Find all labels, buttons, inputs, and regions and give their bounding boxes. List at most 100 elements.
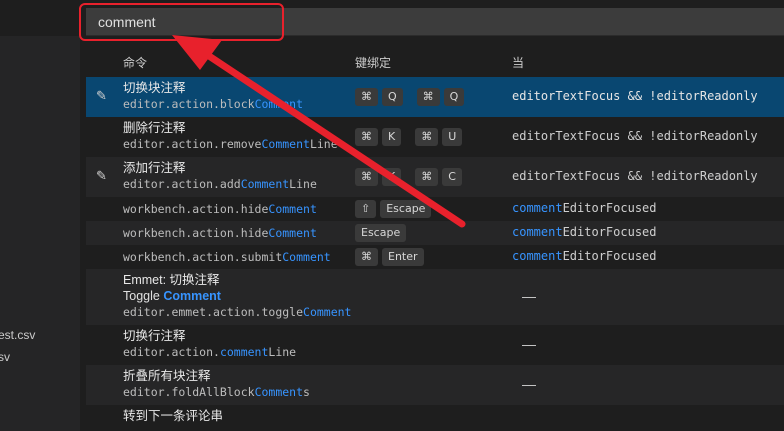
command-id-text: workbench.action.submit — [123, 250, 283, 264]
command-id: editor.emmet.action.toggleComment — [123, 304, 351, 320]
explorer-file-item[interactable]: est.csv — [0, 328, 35, 342]
command-id-text: Line — [289, 177, 317, 191]
command-id-text: Line — [309, 137, 338, 151]
when-cell: commentEditorFocused — [512, 201, 657, 215]
explorer-panel: est.csv sv — [0, 0, 80, 431]
keybinding-cell: ⇧ Escape — [355, 200, 432, 218]
when-match: comment — [512, 225, 563, 239]
key-cmd: ⌘ — [355, 128, 378, 146]
keybinding-cell: Escape — [355, 224, 407, 242]
command-id-match: Comment — [254, 97, 304, 111]
table-row[interactable]: workbench.action.hideComment ⇧ Escape co… — [86, 197, 784, 221]
column-header-command[interactable]: 命令 — [123, 54, 147, 71]
table-row[interactable]: 切换行注释 editor.action.commentLine — — [86, 325, 784, 365]
when-text: EditorFocused — [562, 249, 657, 263]
when-text: EditorFocused — [562, 201, 657, 215]
command-id-match: Comment — [268, 202, 317, 216]
command-title: 添加行注释 — [123, 161, 186, 175]
when-match: comment — [512, 201, 563, 215]
command-cell: 添加行注释 editor.action.addCommentLine — [123, 160, 317, 192]
explorer-top-strip — [0, 0, 80, 36]
column-header-when[interactable]: 当 — [512, 54, 524, 71]
command-id-match: Comment — [303, 305, 352, 319]
table-row[interactable]: workbench.action.submitComment ⌘ Enter c… — [86, 245, 784, 269]
command-cell: 切换行注释 editor.action.commentLine — [123, 328, 296, 360]
pencil-icon[interactable]: ✎ — [96, 168, 107, 184]
command-title: Emmet: 切换注释 — [123, 273, 220, 287]
table-row[interactable]: Emmet: 切换注释 Toggle Comment editor.emmet.… — [86, 269, 784, 325]
key-escape: Escape — [380, 200, 432, 218]
command-cell: Emmet: 切换注释 Toggle Comment editor.emmet.… — [123, 272, 351, 320]
key-cmd: ⌘ — [355, 168, 378, 186]
explorer-file-item[interactable]: sv — [0, 350, 10, 364]
key-shift: ⇧ — [355, 200, 377, 218]
key-cmd: ⌘ — [355, 88, 378, 106]
key-k: K — [382, 168, 402, 186]
command-id-text: Line — [268, 345, 297, 359]
pencil-icon[interactable]: ✎ — [96, 88, 107, 104]
keybinding-cell: ⌘ Enter — [355, 248, 424, 266]
command-id: editor.action.commentLine — [123, 344, 296, 360]
table-row[interactable]: 折叠所有块注释 editor.foldAllBlockComments — — [86, 365, 784, 405]
command-id: editor.foldAllBlockComments — [123, 384, 310, 400]
command-id-text: editor.foldAllBlock — [123, 385, 255, 399]
table-row[interactable]: workbench.action.hideComment Escape comm… — [86, 221, 784, 245]
command-id-match: Comment — [240, 177, 290, 191]
command-id-text: editor.action.add — [123, 177, 241, 191]
key-q: Q — [443, 88, 465, 106]
when-cell: commentEditorFocused — [512, 225, 657, 239]
command-cell: 删除行注释 editor.action.removeCommentLine — [123, 120, 338, 152]
command-id-match: Comment — [282, 250, 331, 264]
when-cell: editorTextFocus && !editorReadonly — [512, 89, 758, 103]
when-cell: — — [522, 376, 536, 392]
command-title: 折叠所有块注释 — [123, 369, 211, 383]
when-match: comment — [512, 249, 563, 263]
table-row[interactable]: 转到下一条评论串 — [86, 405, 784, 431]
command-cell: workbench.action.hideComment — [123, 201, 317, 217]
table-row[interactable]: ✎ 添加行注释 editor.action.addCommentLine ⌘ K… — [86, 157, 784, 197]
command-title: 切换块注释 — [123, 81, 186, 95]
key-k: K — [382, 128, 402, 146]
command-id: editor.action.blockComment — [123, 96, 303, 112]
command-id-text: editor.emmet.action.toggle — [123, 305, 304, 319]
command-subtitle-text: Toggle — [123, 289, 164, 303]
key-q: Q — [382, 88, 403, 106]
command-id-match: Comment — [268, 226, 317, 240]
command-id-text: editor.action.remove — [123, 137, 262, 151]
keybinding-cell: ⌘ K ⌘ U — [355, 128, 463, 146]
when-cell: editorTextFocus && !editorReadonly — [512, 129, 758, 143]
annotation-highlight-box — [79, 3, 284, 41]
command-id-text: workbench.action.hide — [123, 202, 269, 216]
key-u: U — [442, 128, 463, 146]
when-cell: — — [522, 288, 536, 304]
keybinding-cell: ⌘ Q ⌘ Q — [355, 88, 465, 106]
command-title: 转到下一条评论串 — [123, 409, 224, 423]
key-escape: Escape — [355, 224, 407, 242]
column-header-keybinding[interactable]: 键绑定 — [355, 54, 391, 71]
key-cmd: ⌘ — [416, 88, 440, 106]
when-cell: commentEditorFocused — [512, 249, 657, 263]
command-cell: workbench.action.hideComment — [123, 225, 317, 241]
key-cmd: ⌘ — [415, 128, 439, 146]
key-cmd: ⌘ — [355, 248, 378, 266]
command-cell: 切换块注释 editor.action.blockComment — [123, 80, 303, 112]
command-id: workbench.action.hideComment — [123, 225, 317, 241]
table-row[interactable]: 删除行注释 editor.action.removeCommentLine ⌘ … — [86, 117, 784, 157]
command-id-match: comment — [219, 345, 269, 359]
key-cmd: ⌘ — [415, 168, 439, 186]
when-cell: — — [522, 336, 536, 352]
table-row[interactable]: ✎ 切换块注释 editor.action.blockComment ⌘ Q ⌘… — [86, 77, 784, 117]
command-title: 切换行注释 — [123, 329, 186, 343]
command-cell: workbench.action.submitComment — [123, 249, 331, 265]
command-cell: 折叠所有块注释 editor.foldAllBlockComments — [123, 368, 310, 400]
command-id-match: Comment — [254, 385, 304, 399]
command-id: workbench.action.submitComment — [123, 249, 331, 265]
when-text: EditorFocused — [562, 225, 657, 239]
command-id: editor.action.removeCommentLine — [123, 136, 338, 152]
command-id-text: workbench.action.hide — [123, 226, 269, 240]
when-cell: editorTextFocus && !editorReadonly — [512, 169, 758, 183]
key-c: C — [442, 168, 462, 186]
command-id-match: Comment — [261, 137, 310, 151]
keybindings-editor: 命令 键绑定 当 ✎ 切换块注释 editor.action.blockComm… — [80, 0, 784, 431]
command-subtitle-match: Comment — [163, 289, 221, 303]
